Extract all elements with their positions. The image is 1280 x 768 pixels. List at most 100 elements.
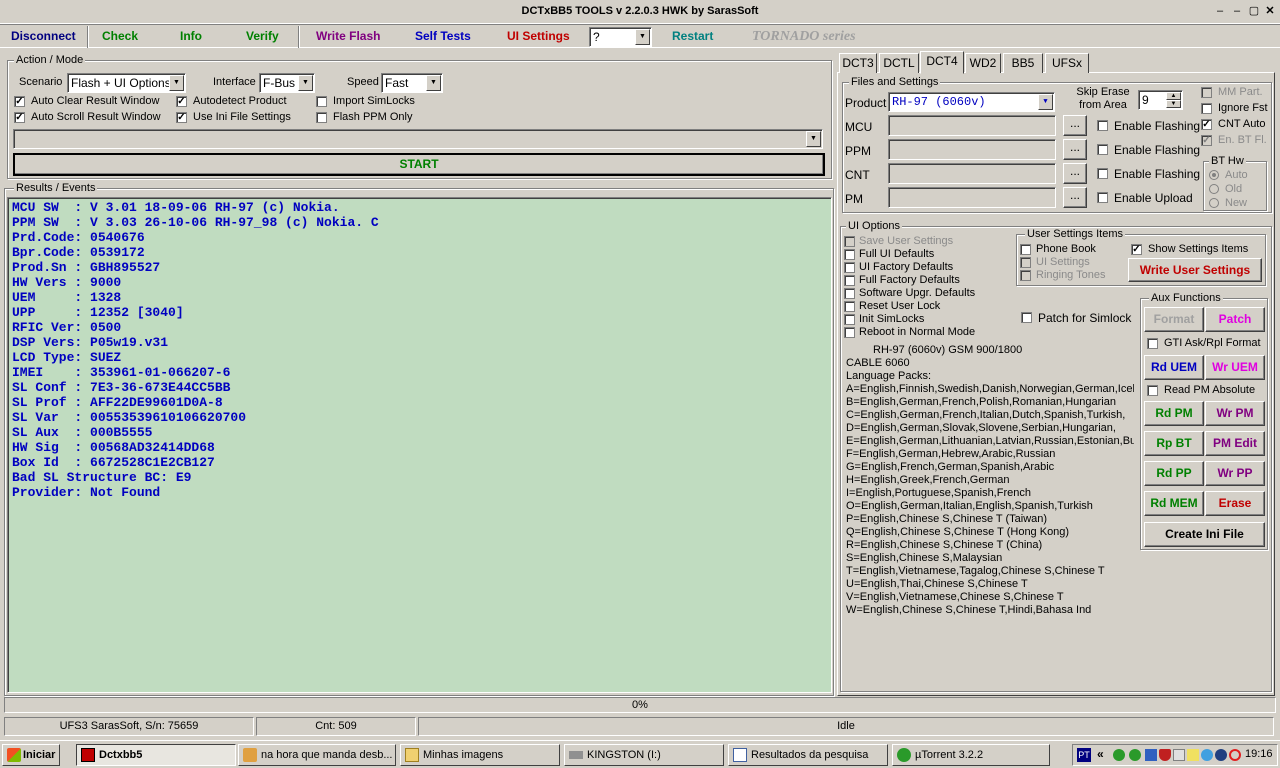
check-button[interactable]: Check bbox=[102, 28, 138, 46]
results-window[interactable]: MCU SW : V 3.01 18-09-06 RH-97 (c) Nokia… bbox=[7, 197, 832, 693]
shield-icon[interactable] bbox=[1159, 749, 1171, 761]
monitor-tray-icon[interactable] bbox=[1173, 749, 1185, 761]
utorrent-tray-icon[interactable] bbox=[1113, 749, 1125, 761]
patch-simlock-checkbox[interactable] bbox=[1021, 312, 1032, 323]
write-user-settings-button[interactable]: Write User Settings bbox=[1128, 258, 1262, 282]
restore-icon[interactable]: – bbox=[1229, 5, 1245, 19]
auto-clear-checkbox[interactable]: ✓ bbox=[14, 96, 25, 107]
patch-button[interactable]: Patch bbox=[1205, 307, 1265, 332]
read-pm-absolute-checkbox[interactable] bbox=[1147, 385, 1158, 396]
self-tests-button[interactable]: Self Tests bbox=[415, 28, 471, 46]
bt-old-radio[interactable] bbox=[1209, 184, 1219, 194]
cnt-enable-checkbox[interactable] bbox=[1097, 168, 1108, 179]
product-select[interactable]: RH-97 (6060v) ▼ bbox=[888, 92, 1055, 112]
task-kingston[interactable]: KINGSTON (I:) bbox=[564, 744, 724, 766]
file-select[interactable]: ▼ bbox=[13, 129, 823, 149]
software-upgr-defaults-checkbox[interactable] bbox=[844, 288, 855, 299]
cnt-file-field[interactable] bbox=[888, 163, 1056, 184]
rd-pp-button[interactable]: Rd PP bbox=[1144, 461, 1204, 486]
download-tray-icon[interactable] bbox=[1129, 749, 1141, 761]
tab-dctl[interactable]: DCTL bbox=[879, 53, 919, 73]
speed-select[interactable]: Fast ▼ bbox=[381, 73, 443, 93]
ppm-enable-checkbox[interactable] bbox=[1097, 144, 1108, 155]
flash-ppm-only-checkbox[interactable] bbox=[316, 112, 327, 123]
create-ini-button[interactable]: Create Ini File bbox=[1144, 522, 1265, 547]
scenario-select[interactable]: Flash + UI Options ▼ bbox=[67, 73, 186, 93]
full-ui-defaults-checkbox[interactable] bbox=[844, 249, 855, 260]
gti-checkbox[interactable] bbox=[1147, 338, 1158, 349]
task-utorrent[interactable]: µTorrent 3.2.2 bbox=[892, 744, 1050, 766]
app-tray-icon[interactable] bbox=[1215, 749, 1227, 761]
rp-bt-button[interactable]: Rp BT bbox=[1144, 431, 1204, 456]
close-icon[interactable]: ✕ bbox=[1262, 5, 1278, 19]
pm-upload-checkbox[interactable] bbox=[1097, 192, 1108, 203]
ui-settings-button[interactable]: UI Settings bbox=[507, 28, 570, 46]
task-dctxbb5[interactable]: Dctxbb5 bbox=[76, 744, 236, 766]
use-ini-checkbox[interactable]: ✓ bbox=[176, 112, 187, 123]
network-tray-icon[interactable] bbox=[1145, 749, 1157, 761]
wr-pp-button[interactable]: Wr PP bbox=[1205, 461, 1265, 486]
mcu-browse-button[interactable]: ... bbox=[1063, 115, 1087, 136]
message-tray-icon[interactable] bbox=[1187, 749, 1199, 761]
disconnect-button[interactable]: Disconnect bbox=[11, 28, 76, 46]
reboot-normal-checkbox[interactable] bbox=[844, 327, 855, 338]
spin-down-icon[interactable]: ▼ bbox=[1166, 100, 1181, 108]
erase-button[interactable]: Erase bbox=[1205, 491, 1265, 516]
volume-muted-icon[interactable] bbox=[1229, 749, 1241, 761]
task-browser[interactable]: na hora que manda desb... bbox=[238, 744, 396, 766]
info-button[interactable]: Info bbox=[180, 28, 202, 46]
wr-pm-button[interactable]: Wr PM bbox=[1205, 401, 1265, 426]
task-minhas-imagens[interactable]: Minhas imagens bbox=[400, 744, 560, 766]
start-menu-button[interactable]: Iniciar bbox=[2, 744, 60, 766]
reset-user-lock-checkbox[interactable] bbox=[844, 301, 855, 312]
bt-new-radio[interactable] bbox=[1209, 198, 1219, 208]
rd-pm-button[interactable]: Rd PM bbox=[1144, 401, 1204, 426]
write-flash-button[interactable]: Write Flash bbox=[316, 28, 380, 46]
tray-expand-icon[interactable]: « bbox=[1097, 747, 1104, 761]
format-button[interactable]: Format bbox=[1144, 307, 1204, 332]
pm-file-field[interactable] bbox=[888, 187, 1056, 208]
verify-button[interactable]: Verify bbox=[246, 28, 279, 46]
cnt-browse-button[interactable]: ... bbox=[1063, 163, 1087, 184]
cnt-auto-checkbox[interactable]: ✓ bbox=[1201, 119, 1212, 130]
minimize-icon[interactable]: – bbox=[1212, 5, 1228, 19]
mm-part-checkbox[interactable] bbox=[1201, 87, 1212, 98]
language-indicator[interactable]: PT bbox=[1077, 748, 1091, 762]
bt-auto-radio[interactable] bbox=[1209, 170, 1219, 180]
skip-erase-spinner[interactable]: 9 ▲ ▼ bbox=[1138, 90, 1183, 110]
phone-book-checkbox[interactable] bbox=[1020, 244, 1031, 255]
init-simlocks-checkbox[interactable] bbox=[844, 314, 855, 325]
show-settings-checkbox[interactable]: ✓ bbox=[1131, 244, 1142, 255]
rd-uem-button[interactable]: Rd UEM bbox=[1144, 355, 1204, 380]
interface-select[interactable]: F-Bus ▼ bbox=[259, 73, 315, 93]
mcu-file-field[interactable] bbox=[888, 115, 1056, 136]
ringing-tones-checkbox[interactable] bbox=[1020, 270, 1031, 281]
full-factory-defaults-checkbox[interactable] bbox=[844, 275, 855, 286]
mcu-enable-checkbox[interactable] bbox=[1097, 120, 1108, 131]
en-bt-fl-checkbox[interactable]: ✓ bbox=[1201, 135, 1212, 146]
ui-factory-defaults-checkbox[interactable] bbox=[844, 262, 855, 273]
import-simlocks-checkbox[interactable] bbox=[316, 96, 327, 107]
tab-dct4[interactable]: DCT4 bbox=[920, 51, 964, 74]
rd-mem-button[interactable]: Rd MEM bbox=[1144, 491, 1204, 516]
tab-wd2[interactable]: WD2 bbox=[965, 53, 1001, 73]
spin-up-icon[interactable]: ▲ bbox=[1166, 92, 1181, 100]
save-user-settings-checkbox[interactable] bbox=[844, 236, 855, 247]
tab-bb5[interactable]: BB5 bbox=[1003, 53, 1043, 73]
tab-ufsx[interactable]: UFSx bbox=[1045, 53, 1089, 73]
pm-browse-button[interactable]: ... bbox=[1063, 187, 1087, 208]
ppm-file-field[interactable] bbox=[888, 139, 1056, 160]
start-button[interactable]: START bbox=[13, 153, 825, 176]
ignore-fst-checkbox[interactable] bbox=[1201, 103, 1212, 114]
wr-uem-button[interactable]: Wr UEM bbox=[1205, 355, 1265, 380]
ui-settings-checkbox[interactable] bbox=[1020, 257, 1031, 268]
toolbar-select[interactable]: ? ▼ bbox=[589, 27, 652, 47]
globe-tray-icon[interactable] bbox=[1201, 749, 1213, 761]
auto-scroll-checkbox[interactable]: ✓ bbox=[14, 112, 25, 123]
autodetect-checkbox[interactable]: ✓ bbox=[176, 96, 187, 107]
tab-dct3[interactable]: DCT3 bbox=[839, 53, 877, 73]
pm-edit-button[interactable]: PM Edit bbox=[1205, 431, 1265, 456]
maximize-icon[interactable]: ▢ bbox=[1246, 5, 1262, 19]
ppm-browse-button[interactable]: ... bbox=[1063, 139, 1087, 160]
task-search-results[interactable]: Resultados da pesquisa bbox=[728, 744, 888, 766]
